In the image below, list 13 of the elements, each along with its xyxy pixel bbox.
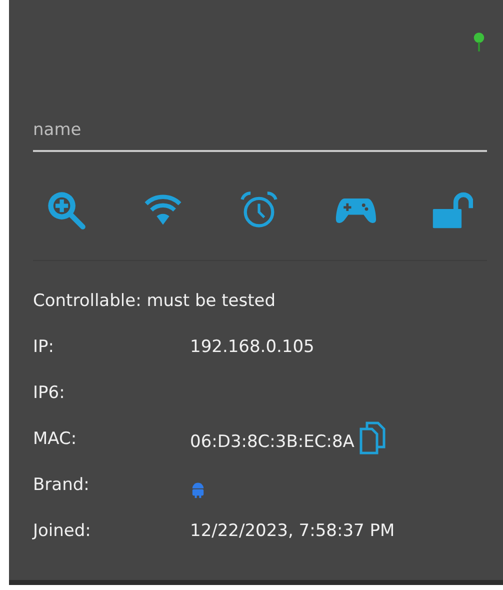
controllable-status: Controllable: must be tested [33,291,277,313]
field-value: 192.168.0.105 [190,337,314,357]
name-field[interactable]: name [33,116,487,152]
zoom-in-icon[interactable] [45,189,87,231]
field-value: 12/22/2023, 7:58:37 PM [190,521,395,541]
field-label: IP6: [33,383,66,403]
field-label: MAC: [33,429,78,449]
android-icon [190,481,206,499]
field-label: Joined: [33,521,92,541]
field-label: IP: [33,337,55,357]
field-label: Brand: [33,475,90,495]
field-value: 06:D3:8C:3B:EC:8A [190,432,354,452]
copy-icon[interactable] [358,421,386,455]
